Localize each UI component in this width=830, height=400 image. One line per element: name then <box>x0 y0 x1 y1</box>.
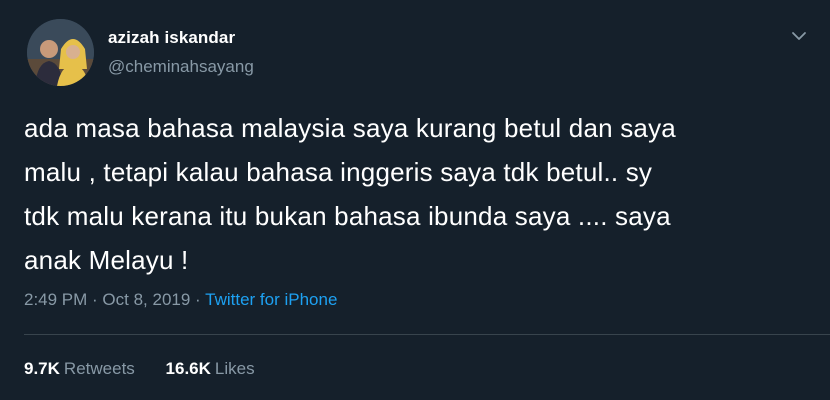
tweet-card: azizah iskandar @cheminahsayang ada masa… <box>0 0 830 400</box>
likes-count: 16.6K <box>165 359 211 378</box>
retweets-label: Retweets <box>63 359 135 378</box>
meta-separator: · <box>87 290 103 309</box>
author-handle[interactable]: @cheminahsayang <box>108 57 254 77</box>
tweet-time[interactable]: 2:49 PM <box>24 290 87 309</box>
tweet-meta: 2:49 PM · Oct 8, 2019 · Twitter for iPho… <box>24 290 337 310</box>
meta-separator: · <box>190 290 206 309</box>
tweet-text-line: malu , tetapi kalau bahasa inggeris saya… <box>24 157 653 187</box>
retweets-stat[interactable]: 9.7K Retweets <box>24 359 135 379</box>
tweet-text-line: anak Melayu ! <box>24 245 189 275</box>
chevron-down-icon[interactable] <box>788 27 810 45</box>
likes-stat[interactable]: 16.6K Likes <box>166 359 255 379</box>
tweet-source-link[interactable]: Twitter for iPhone <box>205 290 337 309</box>
likes-label: Likes <box>214 359 255 378</box>
tweet-date[interactable]: Oct 8, 2019 <box>102 290 190 309</box>
tweet-stats: 9.7K Retweets 16.6K Likes <box>24 359 281 379</box>
retweets-count: 9.7K <box>24 359 60 378</box>
tweet-text-line: ada masa bahasa malaysia saya kurang bet… <box>24 113 676 143</box>
author-display-name[interactable]: azizah iskandar <box>108 28 235 48</box>
avatar[interactable] <box>27 19 94 86</box>
tweet-text: ada masa bahasa malaysia saya kurang bet… <box>24 106 814 282</box>
tweet-text-line: tdk malu kerana itu bukan bahasa ibunda … <box>24 201 671 231</box>
divider <box>24 334 830 335</box>
